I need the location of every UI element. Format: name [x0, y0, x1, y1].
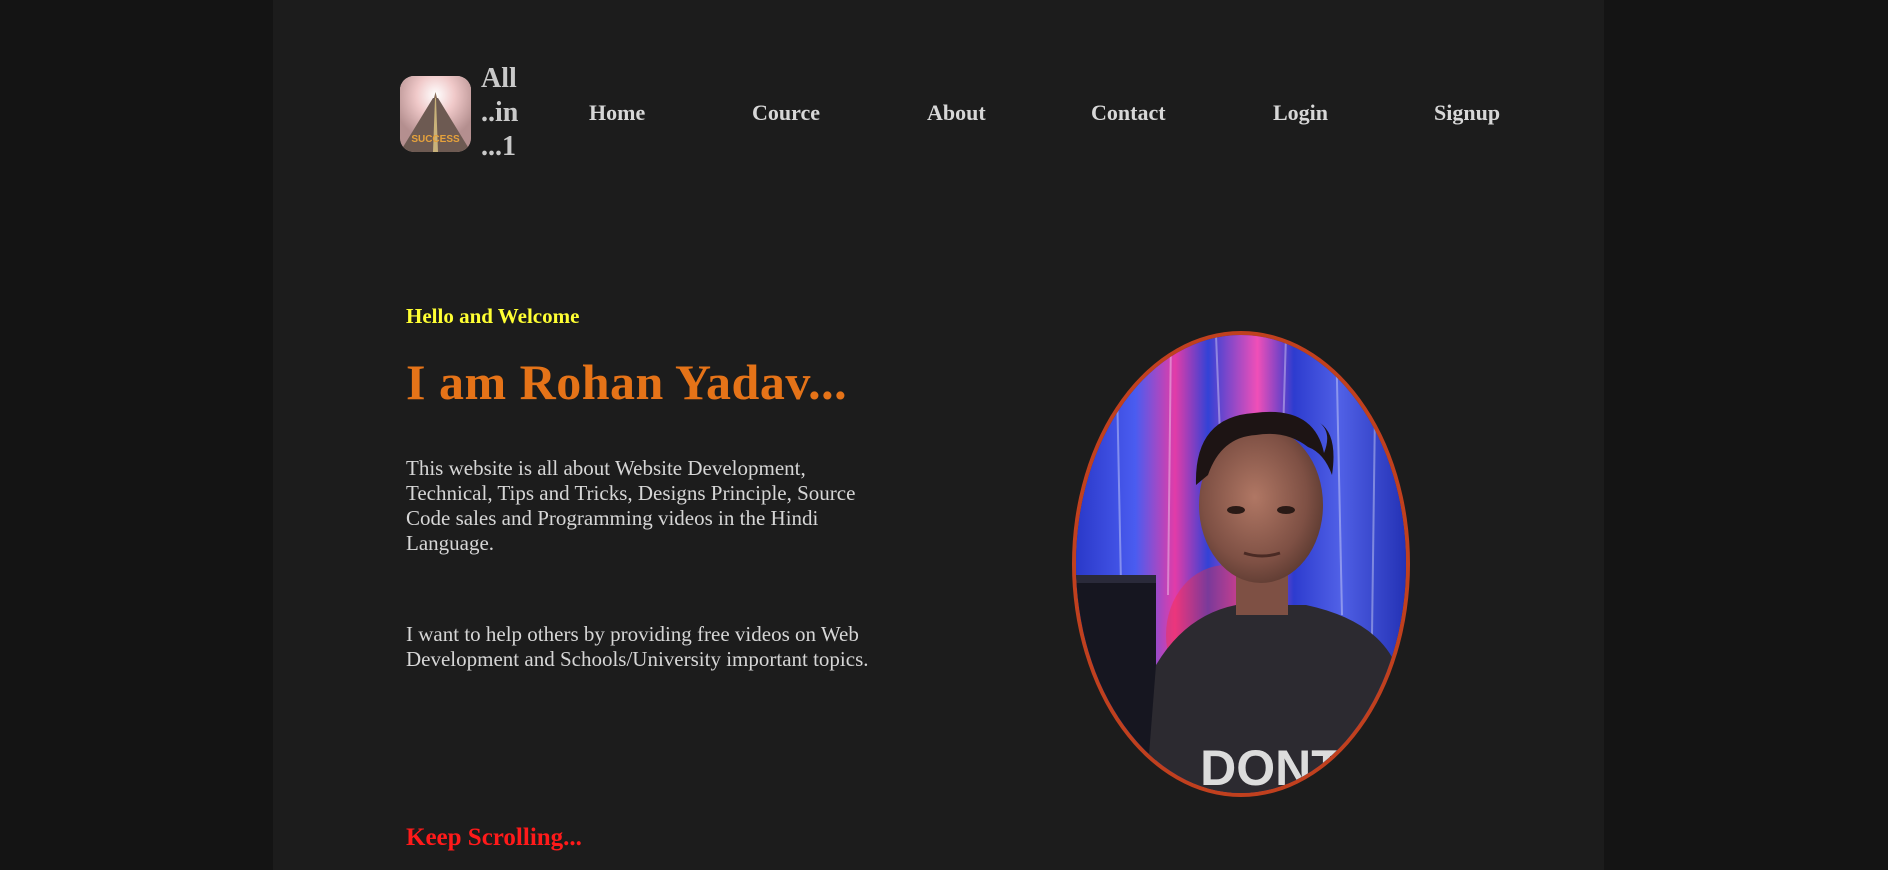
mission-paragraph: I want to help others by providing free … — [406, 622, 869, 671]
portrait-illustration: DONT — [1076, 335, 1406, 793]
profile-portrait: DONT — [1072, 331, 1410, 797]
intro-paragraph: This website is all about Website Develo… — [406, 456, 856, 555]
nav-about-link[interactable]: About — [927, 98, 986, 128]
main-nav: Home Cource About Contact Login Signup — [0, 98, 1888, 128]
nav-home-link[interactable]: Home — [589, 98, 645, 128]
logo-text-line: ...1 — [481, 131, 516, 162]
nav-signup-link[interactable]: Signup — [1434, 98, 1500, 128]
greeting-text: Hello and Welcome — [406, 304, 580, 328]
content-panel — [273, 0, 1604, 870]
nav-login-link[interactable]: Login — [1273, 98, 1328, 128]
nav-contact-link[interactable]: Contact — [1091, 98, 1166, 128]
hero-title: I am Rohan Yadav... — [406, 354, 848, 410]
scroll-hint: Keep Scrolling... — [406, 824, 582, 851]
logo-text-line: All — [481, 63, 517, 94]
logo-badge-text: SUCCESS — [411, 134, 460, 145]
nav-cource-link[interactable]: Cource — [752, 98, 820, 128]
